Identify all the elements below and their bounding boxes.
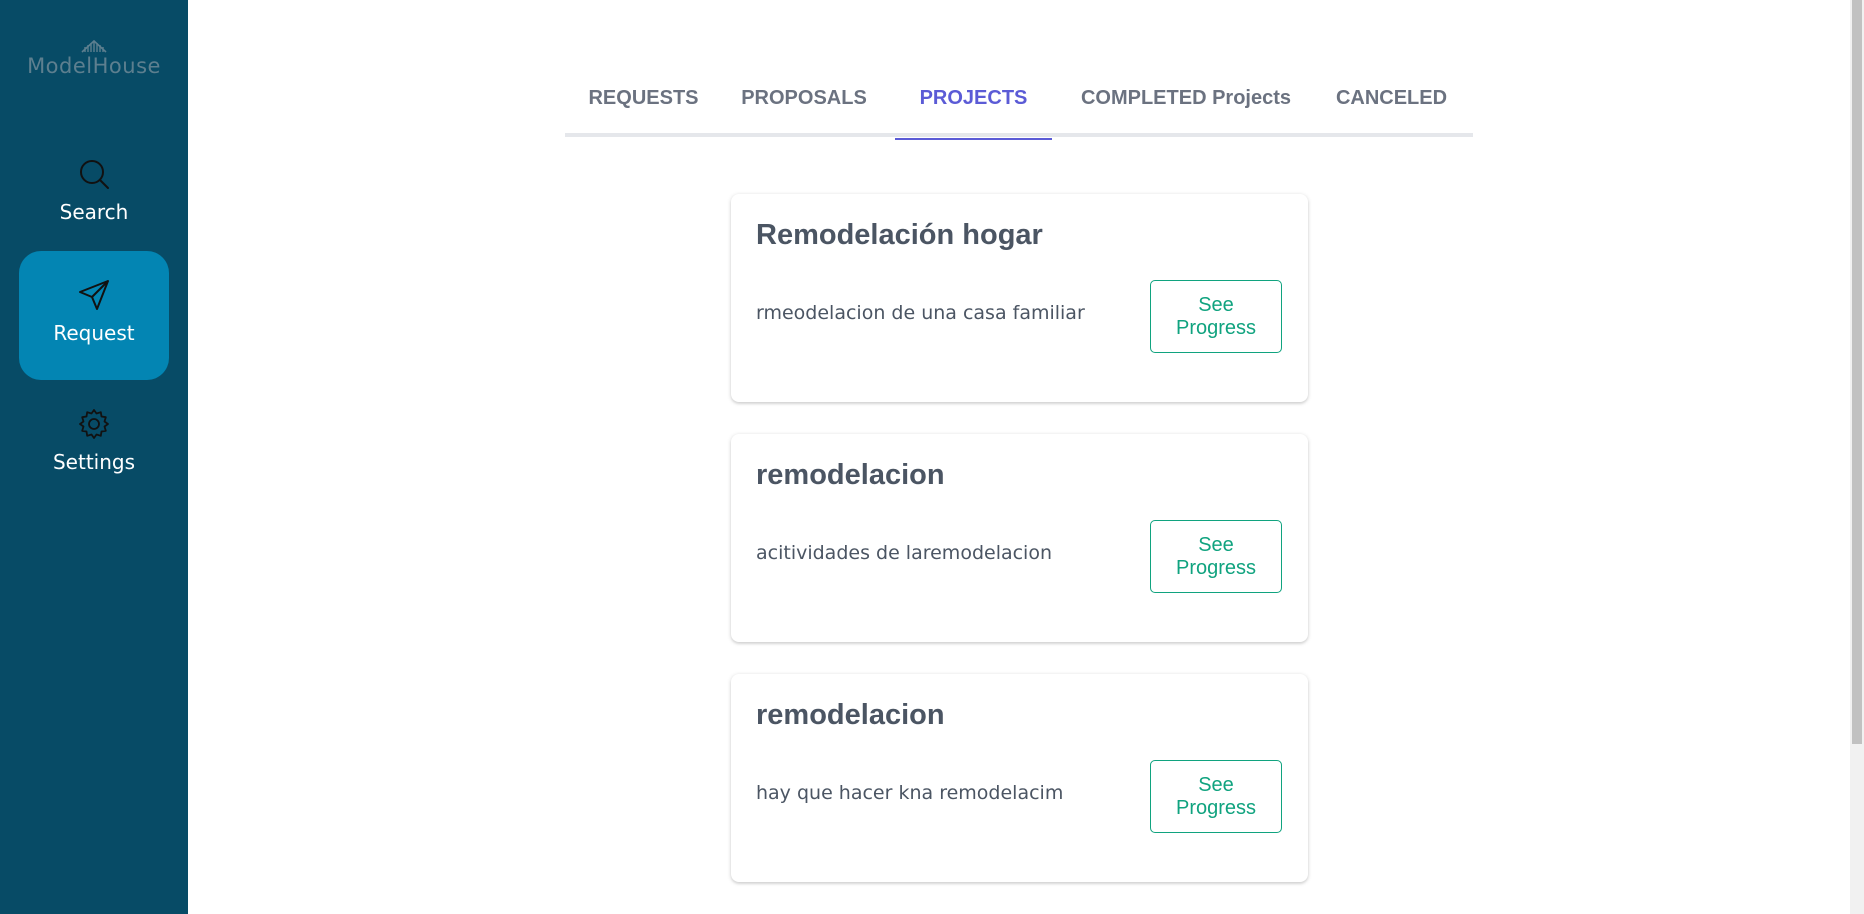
house-logo-icon <box>81 39 107 53</box>
sidebar-item-request[interactable]: Request <box>19 251 169 380</box>
sidebar-item-settings[interactable]: Settings <box>19 380 169 509</box>
gear-icon <box>79 409 109 439</box>
project-description: hay que hacer kna remodelacim <box>756 782 1064 804</box>
see-progress-button[interactable]: See Progress <box>1150 760 1282 833</box>
project-description: rmeodelacion de una casa familiar <box>756 302 1085 324</box>
project-title: Remodelación hogar <box>756 219 1043 251</box>
sidebar: ModelHouse Search Request Settings <box>0 0 188 914</box>
project-card: Remodelación hogar rmeodelacion de una c… <box>731 194 1308 402</box>
sidebar-item-label: Search <box>59 200 129 224</box>
project-card: remodelacion acitividades de laremodelac… <box>731 434 1308 642</box>
tab-completed-projects[interactable]: COMPLETED Projects <box>1062 70 1310 137</box>
sidebar-item-search[interactable]: Search <box>19 130 169 259</box>
project-title: remodelacion <box>756 459 945 491</box>
search-icon <box>80 160 109 189</box>
logo-text: ModelHouse <box>27 54 161 78</box>
tab-requests[interactable]: REQUESTS <box>565 70 722 137</box>
app-root: ModelHouse Search Request Settings REQUE… <box>0 0 1864 914</box>
send-icon <box>79 280 109 310</box>
tab-bar: REQUESTS PROPOSALS PROJECTS COMPLETED Pr… <box>565 70 1473 140</box>
logo[interactable]: ModelHouse <box>0 36 188 78</box>
sidebar-item-label: Settings <box>52 450 136 474</box>
project-title: remodelacion <box>756 699 945 731</box>
see-progress-button[interactable]: See Progress <box>1150 280 1282 353</box>
tab-projects[interactable]: PROJECTS <box>895 70 1052 140</box>
tab-canceled[interactable]: CANCELED <box>1310 70 1473 137</box>
see-progress-button[interactable]: See Progress <box>1150 520 1282 593</box>
project-description: acitividades de laremodelacion <box>756 542 1053 564</box>
scrollbar-thumb[interactable] <box>1852 0 1862 744</box>
project-card: remodelacion hay que hacer kna remodelac… <box>731 674 1308 882</box>
tab-proposals[interactable]: PROPOSALS <box>722 70 886 137</box>
sidebar-item-label: Request <box>53 321 135 345</box>
